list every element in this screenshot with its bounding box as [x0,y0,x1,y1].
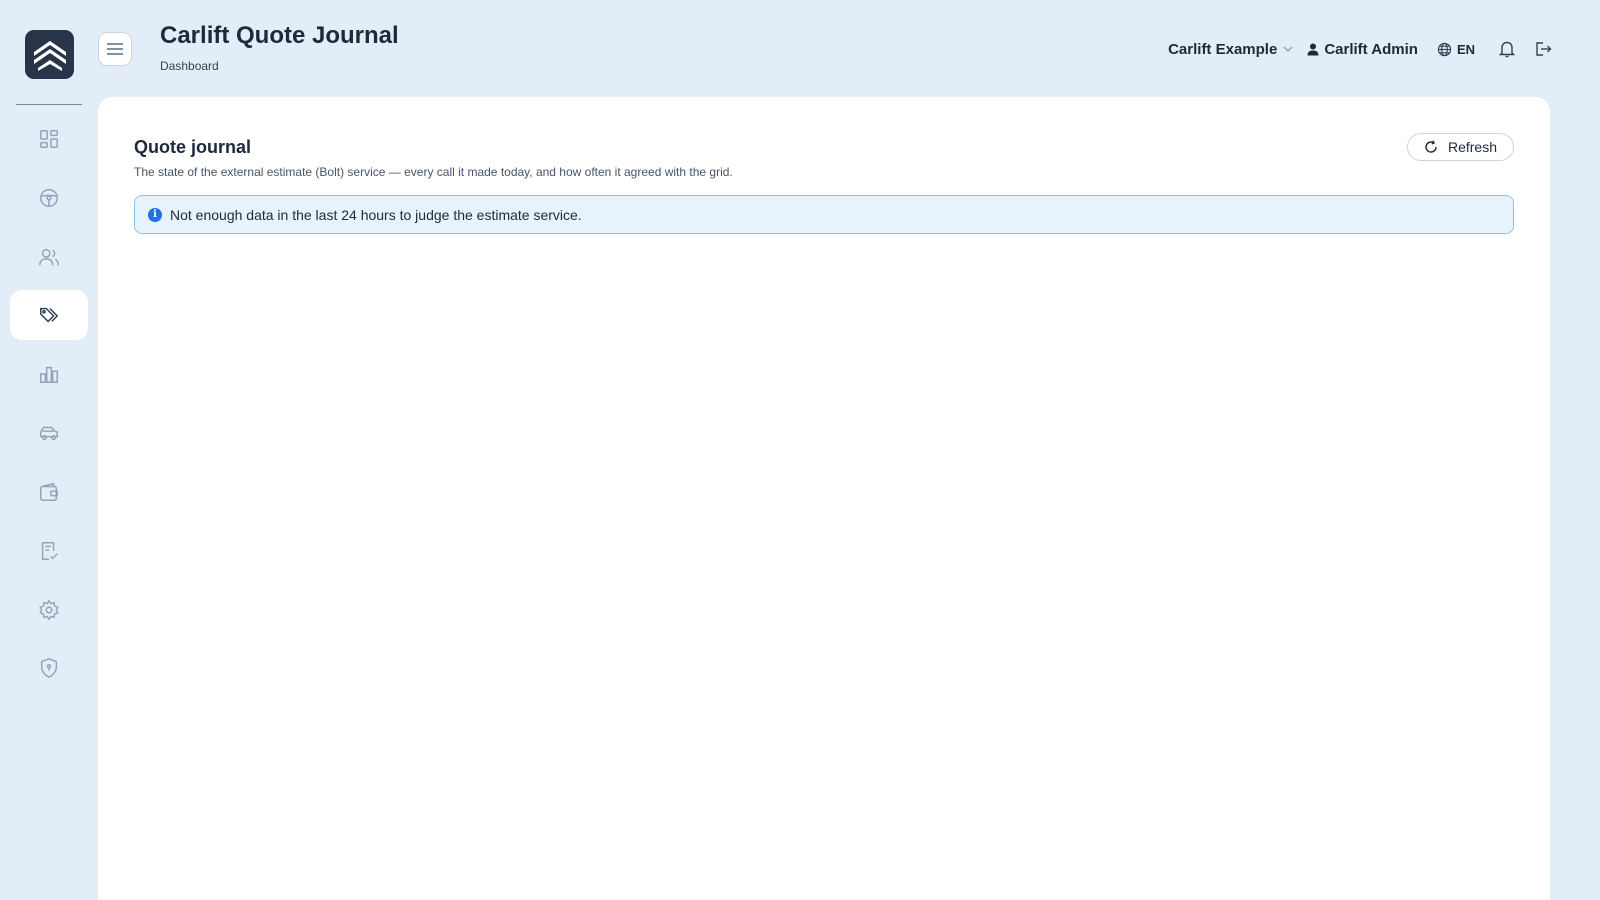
chevron-down-icon [1283,46,1293,52]
user-name: Carlift Admin [1324,40,1418,58]
tags-icon [40,307,59,323]
sidebar-item-security[interactable] [10,643,88,693]
globe-icon [1437,42,1452,56]
alert-text: Not enough data in the last 24 hours to … [170,206,582,223]
refresh-button[interactable]: Refresh [1407,133,1514,161]
header-actions: Carlift Example Carlift Admin EN [1168,38,1552,60]
settings-icon [39,599,59,621]
steering-wheel-icon [40,189,58,207]
logout-icon [1536,42,1552,56]
language-code: EN [1456,41,1475,57]
hamburger-icon [107,43,123,55]
sidebar-item-reports[interactable] [10,349,88,399]
sidebar-divider [16,104,82,105]
sidebar-item-vehicles[interactable] [10,408,88,458]
car-icon [40,426,58,441]
menu-toggle-button[interactable] [98,32,132,66]
user-menu[interactable]: Carlift Admin [1307,41,1418,58]
dashboard-icon [40,130,58,148]
shield-icon [40,658,58,678]
sidebar-item-drivers[interactable] [10,173,88,223]
bell-icon [1499,41,1515,58]
user-icon [1307,43,1319,55]
info-alert: i Not enough data in the last 24 hours t… [134,195,1514,234]
logo-chevrons-icon [33,40,66,71]
organization-select[interactable]: Carlift Example [1168,41,1293,58]
section-description: The state of the external estimate (Bolt… [134,165,733,179]
wallet-icon [40,482,58,501]
refresh-icon [1425,140,1437,153]
breadcrumb[interactable]: Dashboard [160,59,219,73]
sidebar-item-settings[interactable] [10,585,88,635]
section-title: Quote journal [134,137,251,157]
users-icon [39,248,59,266]
language-select[interactable]: EN [1437,42,1475,57]
notifications-button[interactable] [1499,40,1515,58]
checklist-icon [41,542,58,560]
logout-button[interactable] [1535,41,1552,57]
refresh-label: Refresh [1447,139,1498,155]
sidebar-item-tasks[interactable] [10,526,88,576]
bar-chart-icon [40,366,58,383]
info-icon: i [148,207,162,222]
organization-name: Carlift Example [1168,40,1278,58]
sidebar-item-users[interactable] [10,232,88,282]
sidebar [0,0,98,900]
main-card: Quote journal The state of the external … [98,97,1550,900]
app-logo[interactable] [25,30,74,79]
page-title: Carlift Quote Journal [160,22,399,49]
sidebar-item-dashboard[interactable] [10,114,88,164]
sidebar-item-quotes[interactable] [10,290,88,340]
sidebar-item-wallet[interactable] [10,467,88,517]
